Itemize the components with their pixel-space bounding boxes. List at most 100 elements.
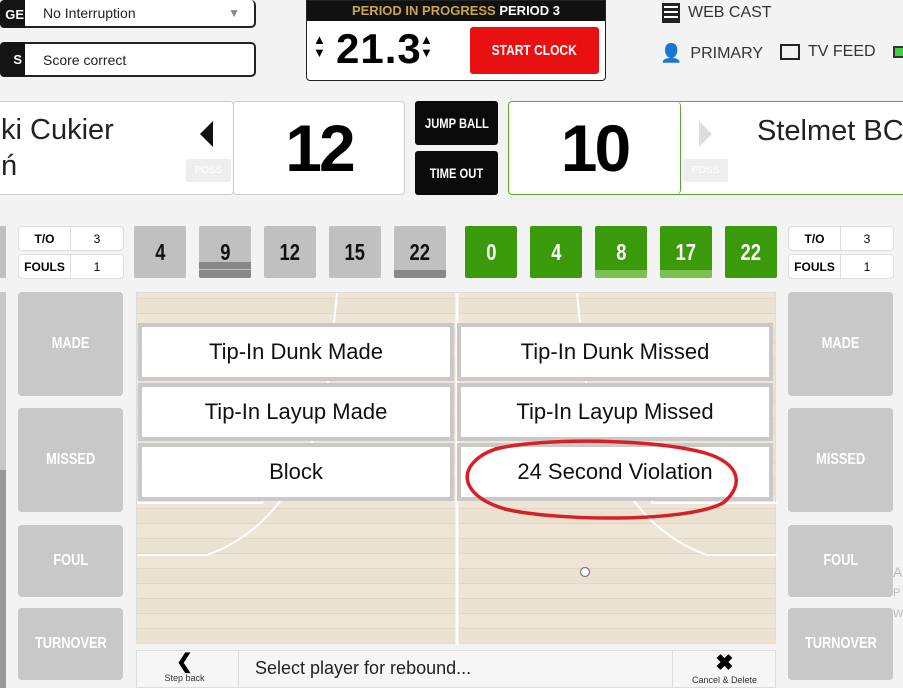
user-icon: 👤	[660, 43, 683, 63]
webcast-link[interactable]: WEB CAST	[662, 3, 772, 23]
fouls-label: FOULS	[789, 255, 841, 278]
possession-arrow-right-icon[interactable]	[699, 121, 712, 147]
away-poss-button[interactable]: POSS	[683, 159, 728, 182]
edge-player-strip	[0, 292, 6, 688]
foul-bar	[660, 270, 712, 278]
chevron-left-icon: ❮	[176, 651, 193, 673]
start-clock-button[interactable]: START CLOCK	[470, 27, 599, 74]
away-score: 10	[509, 102, 681, 194]
home-player-tile[interactable]: 15	[329, 226, 381, 278]
button-label: TURNOVER	[804, 635, 877, 652]
away-player-tile[interactable]: 0	[465, 226, 517, 278]
home-poss-button[interactable]: POSS	[186, 159, 231, 182]
cancel-delete-button[interactable]: ✖ Cancel & Delete	[672, 651, 776, 687]
away-player-tile[interactable]: 22	[725, 226, 777, 278]
player-number: 8	[615, 238, 627, 265]
away-player-tile[interactable]: 17	[660, 226, 712, 278]
score-status-label: S	[0, 42, 26, 77]
away-made-button[interactable]: MADE	[788, 292, 893, 396]
button-label: MISSED	[815, 451, 866, 468]
button-label: MADE	[51, 335, 90, 352]
player-number: 22	[409, 238, 431, 265]
player-number: 22	[740, 238, 762, 265]
player-number: 15	[344, 238, 366, 265]
close-icon: ✖	[715, 650, 734, 675]
away-team-panel[interactable]: 10 POSS Stelmet BC Z	[508, 101, 903, 195]
status-prompt: Select player for rebound...	[255, 658, 472, 678]
player-number: 0	[485, 238, 497, 265]
webcast-label: WEB CAST	[688, 4, 772, 21]
fouls-value: 1	[863, 259, 871, 274]
away-foul-button[interactable]: FOUL	[788, 525, 893, 597]
step-back-button[interactable]: ❮ Step back	[137, 651, 239, 687]
time-out-button[interactable]: TIME OUT	[415, 151, 498, 195]
foul-bar	[394, 270, 446, 278]
jump-ball-button[interactable]: JUMP BALL	[415, 101, 498, 145]
step-back-label: Step back	[164, 673, 205, 683]
home-player-tile[interactable]: 22	[394, 226, 446, 278]
button-label: TURNOVER	[34, 635, 107, 652]
player-number: 17	[675, 238, 697, 265]
home-score: 12	[233, 101, 405, 195]
away-fouls: FOULS 1	[788, 254, 894, 279]
home-team-name: ki Cukier	[1, 114, 114, 146]
button-label: FOUL	[53, 552, 88, 569]
timeouts-label: T/O	[19, 227, 71, 250]
shot-marker[interactable]	[579, 566, 591, 578]
away-timeouts: T/O 3	[788, 226, 894, 251]
home-player-tile[interactable]: 12	[264, 226, 316, 278]
away-player-tile[interactable]: 8	[595, 226, 647, 278]
home-timeouts: T/O 3	[18, 226, 124, 251]
period-number: PERIOD 3	[499, 3, 561, 18]
timeouts-value: 3	[93, 231, 101, 246]
timeouts-value: 3	[863, 231, 871, 246]
away-turnover-button[interactable]: TURNOVER	[788, 608, 893, 680]
home-made-button[interactable]: MADE	[18, 292, 123, 396]
tv-feed-link[interactable]: TV FEED	[780, 43, 876, 61]
edge-text: APW	[893, 564, 903, 620]
interruption-value: No Interruption	[43, 5, 136, 21]
home-team-name-line2: ń	[1, 150, 18, 182]
home-player-tile[interactable]: 4	[134, 226, 186, 278]
period-status: PERIOD IN PROGRESS	[351, 3, 496, 18]
home-missed-button[interactable]: MISSED	[18, 408, 123, 512]
time-out-label: TIME OUT	[429, 165, 484, 181]
home-turnover-button[interactable]: TURNOVER	[18, 608, 123, 680]
tv-feed-label: TV FEED	[808, 43, 876, 60]
foul-bar	[199, 270, 251, 278]
button-label: FOUL	[823, 552, 858, 569]
primary-link[interactable]: 👤 PRIMARY	[660, 43, 763, 64]
action-24-second-violation[interactable]: 24 Second Violation	[457, 443, 773, 501]
clock-time[interactable]: 21.3	[336, 25, 422, 73]
interruption-select[interactable]: No Interruption ▼	[25, 0, 256, 28]
home-player-tile[interactable]: 9	[199, 226, 251, 278]
away-player-tile[interactable]: 4	[530, 226, 582, 278]
foul-bar	[199, 262, 251, 269]
button-label: MADE	[821, 335, 860, 352]
score-status-field[interactable]: Score correct	[25, 42, 256, 77]
action-block[interactable]: Block	[138, 443, 454, 501]
primary-label: PRIMARY	[690, 44, 764, 62]
possession-arrow-left-icon[interactable]	[200, 121, 213, 147]
away-missed-button[interactable]: MISSED	[788, 408, 893, 512]
away-team-name: Stelmet BC Z	[757, 115, 903, 147]
home-team-panel[interactable]: ki Cukier ń POSS	[0, 101, 234, 195]
clock-up-down-right-icon[interactable]: ▲ ▼	[420, 33, 433, 59]
webcast-icon	[662, 3, 680, 23]
foul-bar	[595, 270, 647, 278]
action-tip-in-layup-missed[interactable]: Tip-In Layup Missed	[457, 383, 773, 441]
button-label: MISSED	[45, 451, 96, 468]
action-tip-in-dunk-missed[interactable]: Tip-In Dunk Missed	[457, 323, 773, 381]
edge-player-tile	[0, 226, 6, 278]
fouls-value: 1	[93, 259, 101, 274]
cancel-delete-label: Cancel & Delete	[691, 675, 758, 685]
action-tip-in-layup-made[interactable]: Tip-In Layup Made	[138, 383, 454, 441]
jump-ball-label: JUMP BALL	[424, 115, 489, 131]
player-number: 4	[550, 238, 562, 265]
home-fouls: FOULS 1	[18, 254, 124, 279]
timeouts-label: T/O	[789, 227, 841, 250]
action-tip-in-dunk-made[interactable]: Tip-In Dunk Made	[138, 323, 454, 381]
period-header: PERIOD IN PROGRESS PERIOD 3	[307, 1, 605, 21]
home-foul-button[interactable]: FOUL	[18, 525, 123, 597]
clock-up-down-left-icon[interactable]: ▲ ▼	[313, 33, 326, 59]
